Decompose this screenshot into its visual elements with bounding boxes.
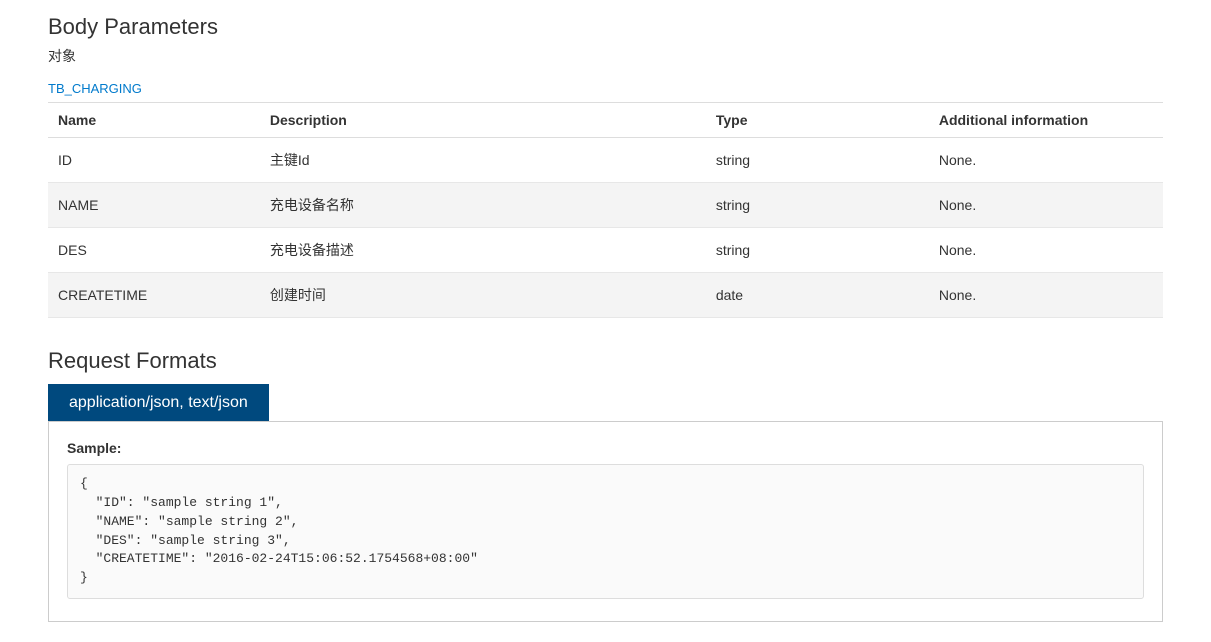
parameters-table: Name Description Type Additional informa… (48, 102, 1163, 318)
sample-code: { "ID": "sample string 1", "NAME": "samp… (67, 464, 1144, 599)
cell-type: string (706, 228, 929, 273)
cell-description: 主键Id (260, 138, 706, 183)
cell-name: CREATETIME (48, 273, 260, 318)
table-row: NAME 充电设备名称 string None. (48, 183, 1163, 228)
table-row: CREATETIME 创建时间 date None. (48, 273, 1163, 318)
table-row: DES 充电设备描述 string None. (48, 228, 1163, 273)
cell-type: date (706, 273, 929, 318)
col-name: Name (48, 103, 260, 138)
cell-additional: None. (929, 138, 1163, 183)
cell-additional: None. (929, 273, 1163, 318)
body-parameters-heading: Body Parameters (48, 14, 1163, 40)
cell-name: ID (48, 138, 260, 183)
col-type: Type (706, 103, 929, 138)
request-formats-heading: Request Formats (48, 348, 1163, 374)
model-link-tb-charging[interactable]: TB_CHARGING (48, 81, 142, 96)
col-description: Description (260, 103, 706, 138)
col-additional: Additional information (929, 103, 1163, 138)
cell-description: 充电设备名称 (260, 183, 706, 228)
cell-name: NAME (48, 183, 260, 228)
tab-application-json[interactable]: application/json, text/json (48, 384, 269, 421)
cell-name: DES (48, 228, 260, 273)
cell-additional: None. (929, 183, 1163, 228)
cell-additional: None. (929, 228, 1163, 273)
body-parameters-subtitle: 对象 (48, 46, 1163, 66)
cell-type: string (706, 183, 929, 228)
tab-panel: Sample: { "ID": "sample string 1", "NAME… (48, 421, 1163, 622)
cell-description: 创建时间 (260, 273, 706, 318)
cell-type: string (706, 138, 929, 183)
table-row: ID 主键Id string None. (48, 138, 1163, 183)
cell-description: 充电设备描述 (260, 228, 706, 273)
sample-label: Sample: (67, 440, 1144, 456)
